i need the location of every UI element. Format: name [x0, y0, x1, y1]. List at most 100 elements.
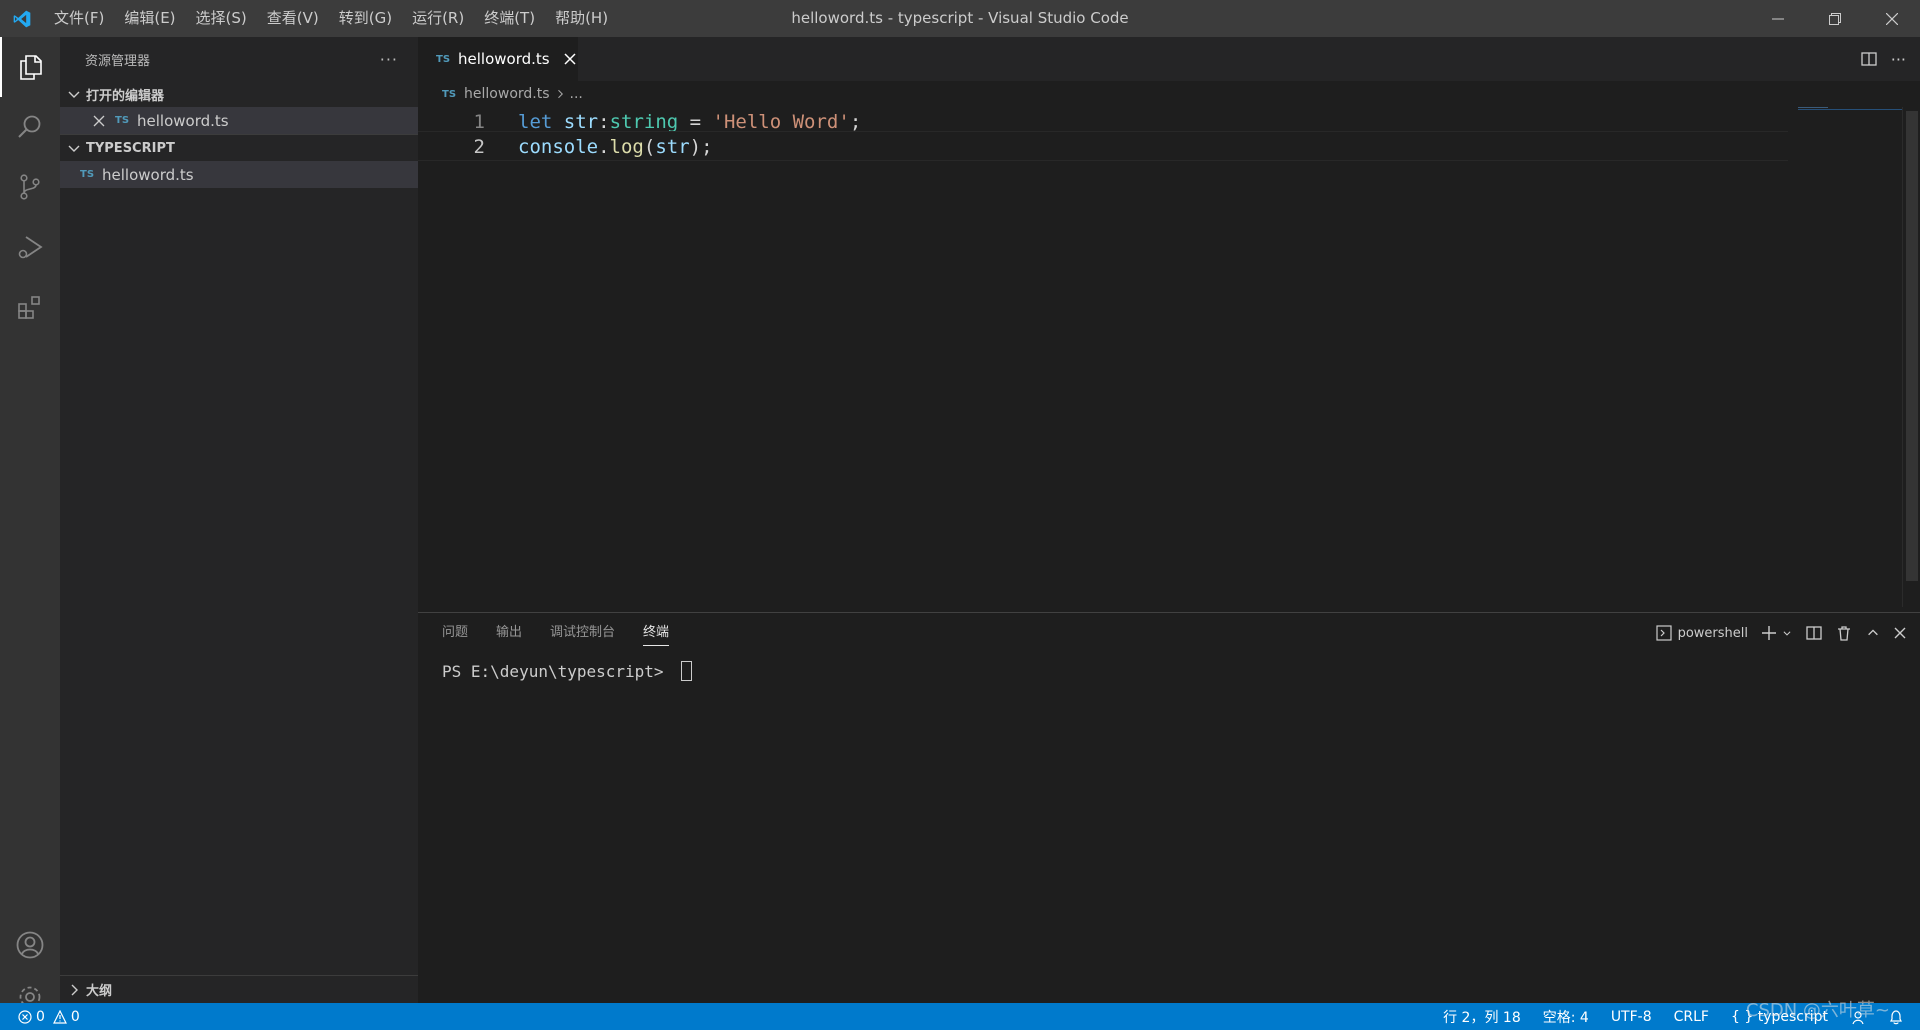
menu-run[interactable]: 运行(R) — [402, 0, 474, 37]
tab-debug-console[interactable]: 调试控制台 — [550, 620, 615, 646]
title-bar: 文件(F) 编辑(E) 选择(S) 查看(V) 转到(G) 运行(R) 终端(T… — [0, 0, 1920, 37]
account-icon — [16, 931, 44, 959]
trash-icon[interactable] — [1836, 625, 1852, 641]
extensions-icon — [18, 296, 40, 319]
more-actions-icon[interactable]: ··· — [380, 50, 398, 69]
status-bar: 0 0 行 2，列 18 空格: 4 UTF-8 CRLF { } typesc… — [0, 1003, 1920, 1030]
chevron-down-icon — [68, 91, 80, 98]
workspace-section[interactable]: TYPESCRIPT — [60, 135, 418, 161]
restore-button[interactable] — [1806, 0, 1863, 37]
menu-terminal[interactable]: 终端(T) — [474, 0, 545, 37]
cursor-position[interactable]: 行 2，列 18 — [1443, 1007, 1521, 1027]
tab-terminal[interactable]: 终端 — [643, 620, 670, 646]
more-actions-icon[interactable]: ··· — [1891, 50, 1906, 69]
code-editor[interactable]: 1 let str:string = 'Hello Word'; 2 conso… — [418, 107, 1902, 607]
terminal-prompt: PS E:\deyun\typescript> — [442, 661, 674, 681]
indentation[interactable]: 空格: 4 — [1543, 1007, 1589, 1027]
add-terminal-icon[interactable] — [1762, 626, 1776, 640]
close-icon[interactable] — [1894, 627, 1906, 639]
extensions-button[interactable] — [0, 277, 60, 337]
outline-label: 大纲 — [86, 984, 113, 999]
chevron-down-icon — [68, 145, 80, 152]
tab-problems[interactable]: 问题 — [442, 620, 468, 646]
chevron-right-icon — [71, 984, 78, 995]
open-editor-filename: helloword.ts — [137, 111, 229, 130]
string-token: 'Hello Word' — [712, 111, 850, 133]
terminal-output[interactable]: PS E:\deyun\typescript> — [442, 661, 693, 681]
chevron-down-icon[interactable] — [1782, 628, 1792, 638]
menu-view[interactable]: 查看(V) — [257, 0, 329, 37]
activity-bar — [0, 37, 60, 1008]
editor-tabs: TS helloword.ts ··· — [418, 37, 1920, 81]
run-debug-button[interactable] — [0, 217, 60, 277]
search-button[interactable] — [0, 97, 60, 157]
open-editor-item[interactable]: TS helloword.ts — [60, 107, 418, 134]
close-icon[interactable] — [93, 115, 105, 127]
punctuation-token: ( — [643, 136, 656, 158]
punctuation-token: : — [598, 111, 610, 133]
punctuation-token: . — [598, 136, 610, 158]
problems-status[interactable]: 0 0 — [0, 1009, 80, 1025]
menu-edit[interactable]: 编辑(E) — [114, 0, 185, 37]
tab-output[interactable]: 输出 — [496, 620, 522, 646]
explorer-header: 资源管理器 ··· — [60, 37, 418, 81]
menu-help[interactable]: 帮助(H) — [545, 0, 618, 37]
minimize-button[interactable] — [1749, 0, 1806, 37]
close-icon[interactable] — [562, 51, 578, 67]
source-control-icon — [20, 174, 40, 200]
files-icon — [20, 55, 42, 80]
scrollbar-thumb[interactable] — [1906, 111, 1918, 581]
menu-go[interactable]: 转到(G) — [329, 0, 402, 37]
keyword-token: let — [518, 111, 553, 133]
accounts-button[interactable] — [0, 915, 60, 975]
warning-count: 0 — [70, 1008, 80, 1025]
search-icon — [18, 115, 41, 138]
editor-scrollbar[interactable] — [1902, 107, 1920, 607]
explorer-title: 资源管理器 — [85, 53, 151, 69]
explorer-button[interactable] — [0, 37, 60, 97]
terminal-selector[interactable]: powershell — [1655, 625, 1748, 641]
chevron-up-icon[interactable] — [1866, 626, 1880, 640]
restore-icon — [1828, 12, 1841, 25]
window-controls — [1749, 0, 1920, 37]
line-number: 2 — [473, 136, 485, 158]
file-tree-item[interactable]: TS helloword.ts — [60, 161, 418, 188]
open-editors-section[interactable]: 打开的编辑器 — [60, 81, 418, 107]
breadcrumb: TS helloword.ts ... — [418, 81, 583, 107]
close-icon — [1885, 12, 1898, 25]
workspace-label: TYPESCRIPT — [86, 140, 175, 156]
encoding[interactable]: UTF-8 — [1611, 1009, 1652, 1025]
operator-token: = — [678, 111, 713, 133]
watermark: CSDN @六叶草~ — [1745, 1000, 1890, 1021]
split-editor-icon[interactable] — [1861, 51, 1877, 67]
outline-section[interactable]: 大纲 — [60, 975, 418, 1003]
typescript-file-icon: TS — [115, 115, 130, 126]
typescript-file-icon: TS — [80, 169, 95, 180]
source-control-button[interactable] — [0, 157, 60, 217]
type-token: string — [609, 111, 679, 133]
menu-selection[interactable]: 选择(S) — [186, 0, 257, 37]
breadcrumb-more[interactable]: ... — [570, 86, 583, 102]
typescript-file-icon: TS — [436, 53, 451, 65]
minimap[interactable] — [1798, 107, 1902, 110]
tab-helloword[interactable]: TS helloword.ts — [418, 37, 578, 81]
tab-label: helloword.ts — [458, 50, 550, 68]
panel-tabs: 问题 输出 调试控制台 终端 — [442, 613, 697, 653]
code-line-2: 2 console.log(str); — [418, 131, 1788, 161]
panel-actions: powershell — [1655, 613, 1906, 653]
menu-bar: 文件(F) 编辑(E) 选择(S) 查看(V) 转到(G) 运行(R) 终端(T… — [44, 0, 618, 37]
editor-actions: ··· — [1861, 37, 1906, 81]
punctuation-token: ; — [849, 111, 862, 133]
close-window-button[interactable] — [1863, 0, 1920, 37]
run-debug-icon — [18, 236, 43, 259]
breadcrumb-file[interactable]: helloword.ts — [464, 86, 549, 102]
terminal-name: powershell — [1677, 625, 1748, 641]
punctuation-token: ); — [689, 136, 713, 158]
bell-icon[interactable] — [1888, 1009, 1904, 1025]
warning-icon — [52, 1009, 67, 1024]
error-icon — [18, 1009, 32, 1024]
end-of-line[interactable]: CRLF — [1674, 1009, 1709, 1025]
menu-file[interactable]: 文件(F) — [44, 0, 114, 37]
split-terminal-icon[interactable] — [1806, 625, 1822, 641]
argument-token: str — [655, 136, 690, 158]
